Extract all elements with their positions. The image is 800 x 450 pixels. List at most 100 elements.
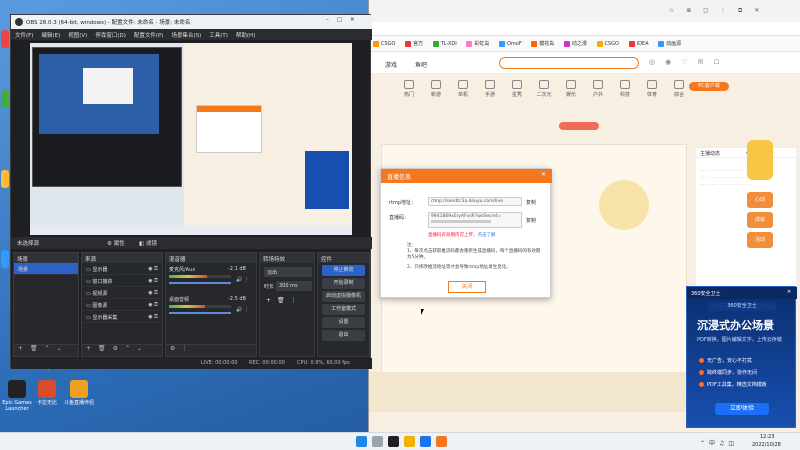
category-item[interactable]: 户外 [588,80,608,98]
category-item[interactable]: 综合 [669,80,689,98]
nav-yuba[interactable]: 鱼吧 [415,60,427,69]
start-icon[interactable] [356,436,367,447]
category-item[interactable]: 二次元 [534,80,554,98]
browser-address-bar[interactable] [369,22,800,36]
page-tag[interactable] [559,122,599,130]
scene-item[interactable]: 场景 [14,263,78,275]
douyu-label[interactable]: 斗鱼直播伴侣 [62,400,96,406]
tab-anchor-news[interactable]: 主播动态 [700,150,720,157]
douyu-taskbar-icon[interactable] [436,436,447,447]
pc-client-badge[interactable]: PC客户端 [689,82,729,91]
header-icons[interactable]: ◎◉♡✉☖ [649,58,730,66]
source-item[interactable]: ▭ 图像源 ◉ ⚿ [82,299,162,311]
bookmark-item[interactable]: 官方 [405,40,423,47]
bookmark-item[interactable]: 彩虹岛 [466,40,489,47]
menu-file[interactable]: 文件(F) [15,31,33,39]
douyu-icon[interactable] [70,380,88,398]
source-item[interactable]: ▭ 视频源 ◉ ⚿ [82,287,162,299]
learn-more-link[interactable]: 点击了解 [478,233,496,238]
settings-button[interactable]: 设置 [322,317,365,328]
visibility-icon[interactable]: ◉ ⚿ [148,278,158,284]
desktop-side-icon[interactable] [1,250,9,268]
menu-view[interactable]: 视图(V) [68,31,87,39]
filters-button[interactable]: ◧ 滤镜 [139,239,157,247]
category-item[interactable]: 新游 [426,80,446,98]
source-actions[interactable]: +🗑⚙⌃⌄ [86,345,149,352]
rtmp-field[interactable]: rtmp://sendtc3a.douyu.com/live [428,197,522,206]
source-item[interactable]: ▭ 显示器采集 ◉ ⚿ [82,311,162,323]
studio-mode-button[interactable]: 工作室模式 [322,304,365,315]
menu-help[interactable]: 帮助(H) [236,31,255,39]
visibility-icon[interactable]: ◉ ⚿ [148,290,158,296]
category-item[interactable]: 手游 [480,80,500,98]
category-item[interactable]: 体育 [642,80,662,98]
bookmark-item[interactable]: IDEA [628,40,649,47]
tray-icons[interactable]: ⌃中♫◫ [700,438,738,447]
category-item[interactable]: 单机 [453,80,473,98]
key-scrollbar[interactable] [431,220,491,223]
source-item[interactable]: ▭ 显示器 ◉ ⚿ [82,263,162,275]
clock-date[interactable]: 2022/10/28 [752,442,781,448]
dialog-close-button[interactable]: 关闭 [448,281,486,293]
ad-try-button[interactable]: 立即体验 [715,403,769,415]
virtual-camera-button[interactable]: 启动虚拟摄像机 [322,291,365,302]
desktop-side-icon[interactable] [1,30,9,48]
category-item[interactable]: 科技 [615,80,635,98]
app-label-kala[interactable]: 卡拉无比 [30,400,64,406]
source-item[interactable]: ▭ 窗口捕获 ◉ ⚿ [82,275,162,287]
mute-icon[interactable]: 🔊 ⋮ [236,277,249,283]
mixer-actions[interactable]: ⚙⋮ [170,345,193,352]
transition-select[interactable]: 淡出 [264,267,312,277]
volume-slider[interactable] [169,312,231,314]
bookmark-item[interactable]: 动画源 [658,40,681,47]
obs-titlebar[interactable]: OBS 28.0.3 (64-bit, windows) - 配置文件: 未命名… [11,15,372,29]
menu-tools[interactable]: 工具(T) [209,31,228,39]
desktop-side-icon[interactable] [1,170,9,188]
scene-actions[interactable]: +🗑⌃⌄ [18,345,69,352]
volume-slider[interactable] [169,282,231,284]
transition-actions[interactable]: +🗑⋮ [266,297,303,304]
visibility-icon[interactable]: ◉ ⚿ [148,314,158,320]
start-recording-button[interactable]: 开始录制 [322,278,365,289]
properties-button[interactable]: ⚙ 属性 [107,239,125,247]
side-tile[interactable]: 活动 [747,232,773,248]
side-tile[interactable]: 成就 [747,212,773,228]
copy-key-button[interactable]: 复制 [526,217,536,224]
desktop-side-icon[interactable] [1,90,9,108]
window-controls[interactable]: –□✕ [326,17,363,23]
browser-toolbar-icons[interactable]: ☆ ⊕ ◻ ⋮ ⧉ ✕ [669,7,789,15]
bookmark-item[interactable]: 模花岛 [531,40,554,47]
bookmark-item[interactable]: OmoF [498,40,522,47]
page-search-input[interactable] [499,57,639,69]
epic-games-label[interactable]: Epic Games Launcher [0,400,34,412]
search-icon[interactable] [372,436,383,447]
epic-games-icon[interactable] [8,380,26,398]
category-item[interactable]: 星秀 [507,80,527,98]
stop-streaming-button[interactable]: 停止推流 [322,265,365,276]
key-field[interactable]: 9941869xEryAFvsR?wsSecret= [428,212,522,228]
bookmark-item[interactable]: 动之漫 [563,40,587,47]
visibility-icon[interactable]: ◉ ⚿ [148,302,158,308]
menu-edit[interactable]: 编辑(E) [41,31,60,39]
browser-taskbar-icon[interactable] [420,436,431,447]
bookmark-item[interactable]: TL-XDI [432,40,457,47]
menu-docks[interactable]: 停靠窗口(D) [95,31,126,39]
obs-preview[interactable] [30,43,352,235]
browser-tabbar[interactable]: ☆ ⊕ ◻ ⋮ ⧉ ✕ [369,0,800,22]
explorer-icon[interactable] [404,436,415,447]
mute-icon[interactable]: 🔊 ⋮ [236,307,249,313]
app-icon-kala[interactable] [38,380,56,398]
nav-games[interactable]: 游戏 [385,60,397,69]
side-tile[interactable]: 心动 [747,192,773,208]
close-icon[interactable]: ✕ [787,289,791,295]
menu-scene-collection[interactable]: 场景集合(S) [171,31,201,39]
category-item[interactable]: 热门 [399,80,419,98]
visibility-icon[interactable]: ◉ ⚿ [148,266,158,272]
close-icon[interactable]: ✕ [541,171,546,178]
bookmark-item[interactable]: CSGO [596,40,619,47]
exit-button[interactable]: 退出 [322,330,365,341]
side-promo-icon[interactable] [747,140,773,180]
menu-profile[interactable]: 配置文件(P) [134,31,164,39]
bookmark-item[interactable]: CSGO [373,40,395,47]
category-item[interactable]: 娱乐 [561,80,581,98]
